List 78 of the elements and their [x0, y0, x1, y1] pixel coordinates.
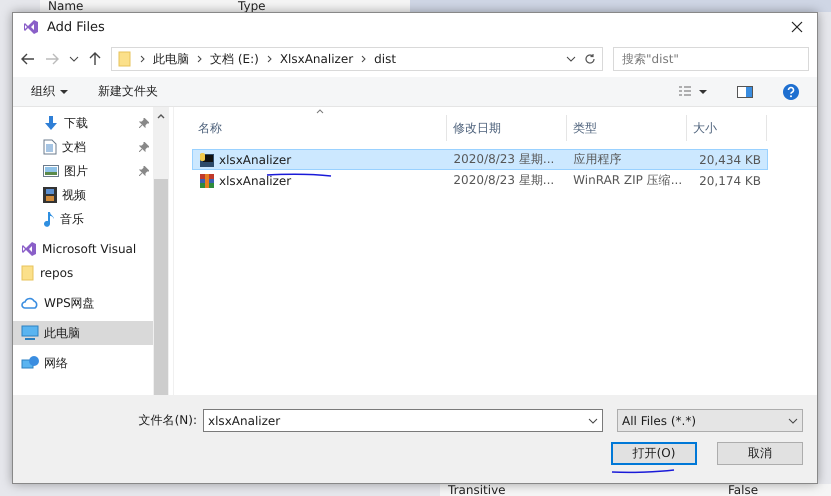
organize-button[interactable]: 组织 [31, 83, 68, 100]
scroll-up-icon[interactable] [157, 113, 165, 119]
file-row[interactable]: xlsxAnalizer 2020/8/23 星期... WinRAR ZIP 压缩... 20,174 KB [192, 170, 768, 191]
file-name: xlsxAnalizer [219, 174, 292, 188]
sidebar-item[interactable]: 下载 [13, 111, 153, 135]
file-row[interactable]: xlsxAnalizer 2020/8/23 星期... 应用程序 20,434 KB [192, 149, 768, 170]
cloud-icon [21, 296, 39, 310]
table-cell-text: 2020/8/23 星期... [452, 172, 556, 189]
column-header[interactable]: 名称 [192, 115, 447, 141]
up-arrow-icon[interactable] [89, 52, 101, 66]
network-icon [21, 355, 39, 371]
cancel-button[interactable]: 取消 [717, 442, 803, 465]
sidebar-item[interactable]: WPS网盘 [13, 291, 153, 315]
document-icon [43, 139, 57, 155]
table-cell-text: WinRAR ZIP 压缩... [572, 172, 684, 189]
column-header[interactable]: 类型 [567, 115, 687, 141]
caret-icon [60, 90, 68, 94]
sort-caret-icon [316, 109, 324, 114]
folder-icon [21, 265, 35, 281]
file-name: xlsxAnalizer [219, 152, 292, 166]
file-name-label: 文件名(N): [138, 412, 197, 429]
column-header: Name [47, 0, 84, 12]
column-header[interactable]: 修改日期 [447, 115, 567, 141]
chevron-right-icon [361, 55, 366, 63]
folder-icon [118, 51, 132, 67]
chevron-down-icon [588, 418, 598, 424]
refresh-icon[interactable] [584, 53, 596, 65]
pen-stroke [611, 469, 675, 474]
help-icon[interactable] [783, 84, 799, 100]
window-title: Add Files [47, 20, 106, 34]
close-icon[interactable] [791, 21, 803, 33]
search-field[interactable]: 搜索"dist" [613, 47, 809, 71]
film-icon [43, 187, 57, 203]
image-icon [43, 164, 59, 178]
back-arrow-icon[interactable] [21, 53, 35, 65]
table-cell-text: False [727, 484, 760, 496]
computer-icon [21, 325, 39, 341]
file-type-dropdown[interactable]: All Files (*.*) [617, 409, 803, 432]
table-cell-text: 2020/8/23 星期... [452, 151, 556, 168]
sidebar-item[interactable]: repos [13, 261, 153, 285]
sidebar-item[interactable]: Microsoft Visual [13, 237, 153, 261]
down-arrow-icon [43, 115, 59, 131]
chevron-right-icon [266, 55, 272, 63]
sidebar-item[interactable]: 文档 [13, 135, 153, 159]
application-icon [199, 152, 215, 168]
sidebar-item[interactable]: 网络 [13, 351, 153, 375]
file-name-field[interactable]: xlsxAnalizer [203, 409, 603, 432]
address-bar[interactable]: 此电脑 文档 (E:) XlsxAnalizer dist [111, 47, 603, 71]
column-header[interactable]: 大小 [687, 115, 767, 141]
table-cell-text: 应用程序 [572, 151, 622, 168]
chevron-down-icon [566, 56, 576, 62]
chevron-down-icon [788, 418, 798, 424]
breadcrumb-item[interactable]: 此电脑 [153, 50, 189, 68]
pen-stroke [266, 173, 332, 177]
chevron-right-icon [140, 55, 145, 63]
open-button[interactable]: 打开(O) [611, 442, 697, 465]
table-cell-text: Transitive [447, 484, 507, 496]
sidebar-item[interactable]: 视频 [13, 183, 153, 207]
breadcrumb-item[interactable]: XlsxAnalizer [280, 52, 354, 66]
scroll-thumb[interactable] [154, 179, 168, 395]
chevron-down-icon [69, 56, 79, 62]
view-options-icon[interactable] [679, 86, 707, 98]
sidebar-item[interactable]: 音乐 [13, 207, 153, 231]
archive-icon [199, 172, 215, 188]
new-folder-button[interactable]: 新建文件夹 [98, 83, 158, 100]
breadcrumb-item[interactable]: dist [374, 52, 396, 66]
sidebar-item[interactable]: 图片 [13, 159, 153, 183]
breadcrumb-item[interactable]: 文档 (E:) [210, 50, 259, 68]
chevron-right-icon [197, 55, 202, 63]
column-header: Type [237, 0, 267, 12]
scrollbar[interactable] [153, 107, 169, 395]
visual-studio-icon [21, 241, 37, 257]
visual-studio-icon [23, 19, 39, 35]
table-cell-text: 20,174 KB [698, 174, 762, 188]
preview-pane-icon[interactable] [737, 86, 753, 98]
table-cell-text: 20,434 KB [698, 152, 762, 166]
music-note-icon [43, 211, 55, 227]
sidebar-item[interactable]: 此电脑 [13, 321, 153, 345]
